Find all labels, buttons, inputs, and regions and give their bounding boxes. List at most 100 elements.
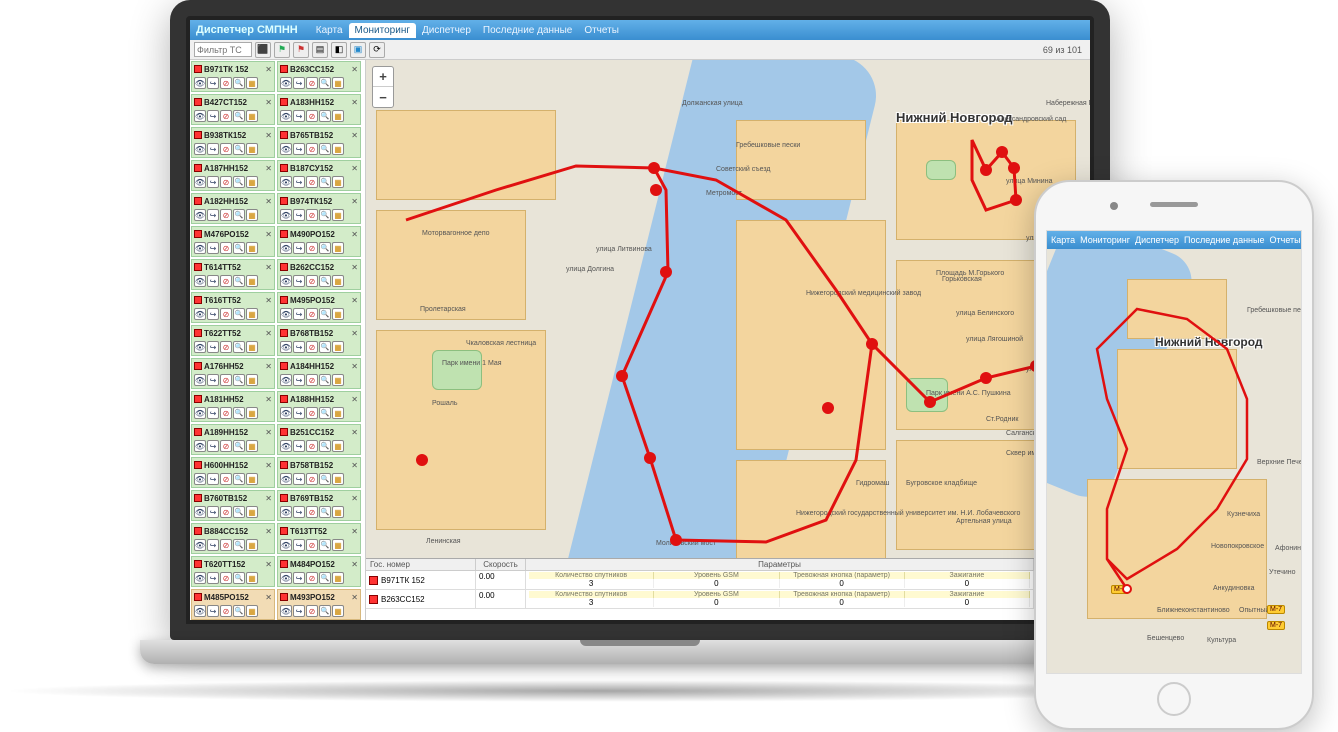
path-icon[interactable] (332, 308, 344, 320)
zoom-icon[interactable] (233, 143, 245, 155)
visibility-icon[interactable] (194, 308, 206, 320)
cancel-icon[interactable] (220, 605, 232, 617)
close-icon[interactable]: ✕ (351, 395, 358, 404)
path-icon[interactable] (246, 341, 258, 353)
vehicle-card[interactable]: А189НН152✕ (191, 424, 275, 455)
follow-icon[interactable] (293, 110, 305, 122)
vehicle-card[interactable]: В251СС152✕ (277, 424, 361, 455)
visibility-icon[interactable] (194, 275, 206, 287)
zoom-icon[interactable] (319, 308, 331, 320)
zoom-icon[interactable] (233, 440, 245, 452)
path-icon[interactable] (246, 506, 258, 518)
follow-icon[interactable] (293, 341, 305, 353)
zoom-icon[interactable] (319, 143, 331, 155)
cancel-icon[interactable] (220, 143, 232, 155)
cancel-icon[interactable] (306, 110, 318, 122)
cancel-icon[interactable] (220, 110, 232, 122)
close-icon[interactable]: ✕ (351, 164, 358, 173)
cancel-icon[interactable] (220, 506, 232, 518)
visibility-icon[interactable] (194, 572, 206, 584)
vehicle-sidebar[interactable]: В971ТК 152✕ В263СС152✕ В427СТ152✕ А183НН… (190, 60, 366, 620)
follow-icon[interactable] (293, 143, 305, 155)
visibility-icon[interactable] (280, 374, 292, 386)
follow-icon[interactable] (293, 407, 305, 419)
cancel-icon[interactable] (306, 407, 318, 419)
follow-icon[interactable] (207, 539, 219, 551)
cancel-icon[interactable] (306, 308, 318, 320)
visibility-icon[interactable] (280, 143, 292, 155)
zoom-icon[interactable] (319, 209, 331, 221)
follow-icon[interactable] (293, 572, 305, 584)
follow-icon[interactable] (207, 275, 219, 287)
follow-icon[interactable] (293, 506, 305, 518)
path-icon[interactable] (332, 143, 344, 155)
path-icon[interactable] (246, 110, 258, 122)
close-icon[interactable]: ✕ (351, 230, 358, 239)
path-icon[interactable] (246, 473, 258, 485)
visibility-icon[interactable] (280, 341, 292, 353)
zoom-icon[interactable] (319, 473, 331, 485)
visibility-icon[interactable] (280, 473, 292, 485)
cancel-icon[interactable] (306, 374, 318, 386)
close-icon[interactable]: ✕ (351, 98, 358, 107)
cancel-icon[interactable] (220, 242, 232, 254)
path-icon[interactable] (332, 176, 344, 188)
path-icon[interactable] (332, 506, 344, 518)
vehicle-card[interactable]: В263СС152✕ (277, 61, 361, 92)
cancel-icon[interactable] (306, 209, 318, 221)
close-icon[interactable]: ✕ (351, 560, 358, 569)
filter-btn-1[interactable]: ⬛ (255, 42, 271, 58)
close-icon[interactable]: ✕ (351, 263, 358, 272)
path-icon[interactable] (332, 374, 344, 386)
follow-icon[interactable] (293, 209, 305, 221)
zoom-icon[interactable] (319, 539, 331, 551)
path-icon[interactable] (246, 275, 258, 287)
vehicle-card[interactable]: В974ТК152✕ (277, 193, 361, 224)
path-icon[interactable] (332, 572, 344, 584)
vehicle-card[interactable]: Т620ТТ152✕ (191, 556, 275, 587)
vehicle-card[interactable]: М490РО152✕ (277, 226, 361, 257)
zoom-icon[interactable] (319, 110, 331, 122)
close-icon[interactable]: ✕ (265, 362, 272, 371)
follow-icon[interactable] (207, 242, 219, 254)
filter-btn-4[interactable]: ▤ (312, 42, 328, 58)
visibility-icon[interactable] (280, 77, 292, 89)
vehicle-card[interactable]: Т622ТТ52✕ (191, 325, 275, 356)
close-icon[interactable]: ✕ (265, 494, 272, 503)
zoom-icon[interactable] (233, 473, 245, 485)
zoom-icon[interactable] (233, 242, 245, 254)
vehicle-card[interactable]: А181НН52✕ (191, 391, 275, 422)
close-icon[interactable]: ✕ (265, 164, 272, 173)
follow-icon[interactable] (293, 440, 305, 452)
zoom-icon[interactable] (319, 440, 331, 452)
filter-btn-7[interactable]: ⟳ (369, 42, 385, 58)
close-icon[interactable]: ✕ (265, 428, 272, 437)
visibility-icon[interactable] (280, 605, 292, 617)
path-icon[interactable] (332, 407, 344, 419)
cancel-icon[interactable] (306, 176, 318, 188)
vehicle-card[interactable]: М485РО152✕ (191, 589, 275, 620)
nav-tab-0[interactable]: Карта (310, 23, 349, 38)
phone-tab-3[interactable]: Последние данные (1184, 235, 1264, 245)
follow-icon[interactable] (293, 605, 305, 617)
cancel-icon[interactable] (306, 242, 318, 254)
visibility-icon[interactable] (280, 407, 292, 419)
vehicle-card[interactable]: Т616ТТ52✕ (191, 292, 275, 323)
path-icon[interactable] (332, 110, 344, 122)
nav-tab-3[interactable]: Последние данные (477, 23, 578, 38)
phone-home-button[interactable] (1157, 682, 1191, 716)
visibility-icon[interactable] (194, 176, 206, 188)
vehicle-card[interactable]: В427СТ152✕ (191, 94, 275, 125)
path-icon[interactable] (246, 176, 258, 188)
vehicle-card[interactable]: А188НН152✕ (277, 391, 361, 422)
close-icon[interactable]: ✕ (265, 395, 272, 404)
zoom-out-button[interactable]: − (373, 87, 393, 107)
close-icon[interactable]: ✕ (351, 296, 358, 305)
vehicle-card[interactable]: А187НН152✕ (191, 160, 275, 191)
zoom-icon[interactable] (319, 605, 331, 617)
visibility-icon[interactable] (194, 209, 206, 221)
filter-btn-6[interactable]: ▣ (350, 42, 366, 58)
vehicle-card[interactable]: В971ТК 152✕ (191, 61, 275, 92)
visibility-icon[interactable] (194, 473, 206, 485)
visibility-icon[interactable] (280, 572, 292, 584)
